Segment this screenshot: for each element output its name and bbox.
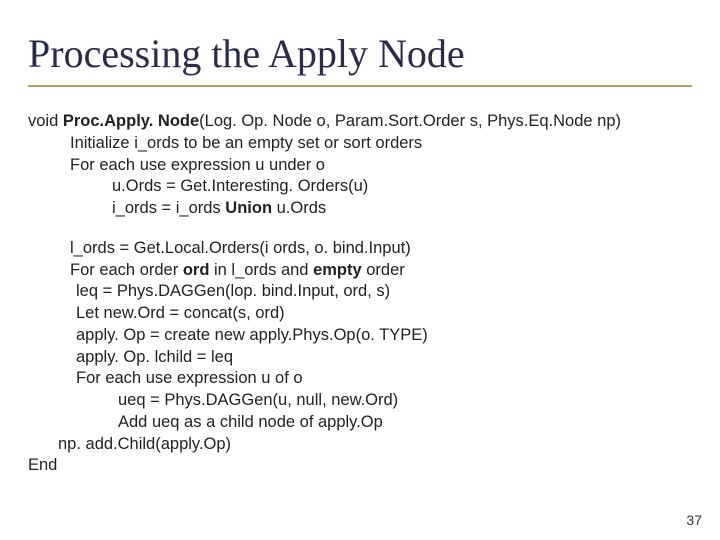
text: (Log. Op. Node o, Param.Sort.Order s, Ph… [199, 112, 621, 130]
slide-title: Processing the Apply Node [28, 30, 692, 87]
code-line: For each order ord in l_ords and empty o… [70, 260, 692, 282]
code-line: Let new.Ord = concat(s, ord) [76, 303, 692, 325]
spacer [28, 220, 692, 238]
text-bold: ord [183, 261, 210, 279]
pseudocode-block: void Proc.Apply. Node(Log. Op. Node o, P… [28, 111, 692, 477]
code-line: For each use expression u under o [70, 155, 692, 177]
code-line: i_ords = i_ords Union u.Ords [112, 198, 692, 220]
text-bold: Proc.Apply. Node [63, 112, 199, 130]
code-line: void Proc.Apply. Node(Log. Op. Node o, P… [28, 111, 692, 133]
code-line: For each use expression u of o [76, 368, 692, 390]
text-bold: empty [313, 261, 362, 279]
code-line: l_ords = Get.Local.Orders(i ords, o. bin… [70, 238, 692, 260]
code-line: u.Ords = Get.Interesting. Orders(u) [112, 176, 692, 198]
code-line: np. add.Child(apply.Op) [58, 434, 692, 456]
code-line: Initialize i_ords to be an empty set or … [70, 133, 692, 155]
code-line: leq = Phys.DAGGen(lop. bind.Input, ord, … [76, 281, 692, 303]
code-line: apply. Op. lchild = leq [76, 347, 692, 369]
code-line: apply. Op = create new apply.Phys.Op(o. … [76, 325, 692, 347]
text: For each order [70, 261, 183, 279]
text: u.Ords [272, 199, 326, 217]
text: void [28, 112, 63, 130]
code-line: End [28, 455, 692, 477]
page-number: 37 [686, 512, 702, 528]
slide: Processing the Apply Node void Proc.Appl… [0, 0, 720, 540]
text: order [362, 261, 405, 279]
text: in l_ords and [209, 261, 313, 279]
text-bold: Union [225, 199, 272, 217]
code-line: ueq = Phys.DAGGen(u, null, new.Ord) [118, 390, 692, 412]
code-line: Add ueq as a child node of apply.Op [118, 412, 692, 434]
text: i_ords = i_ords [112, 199, 225, 217]
